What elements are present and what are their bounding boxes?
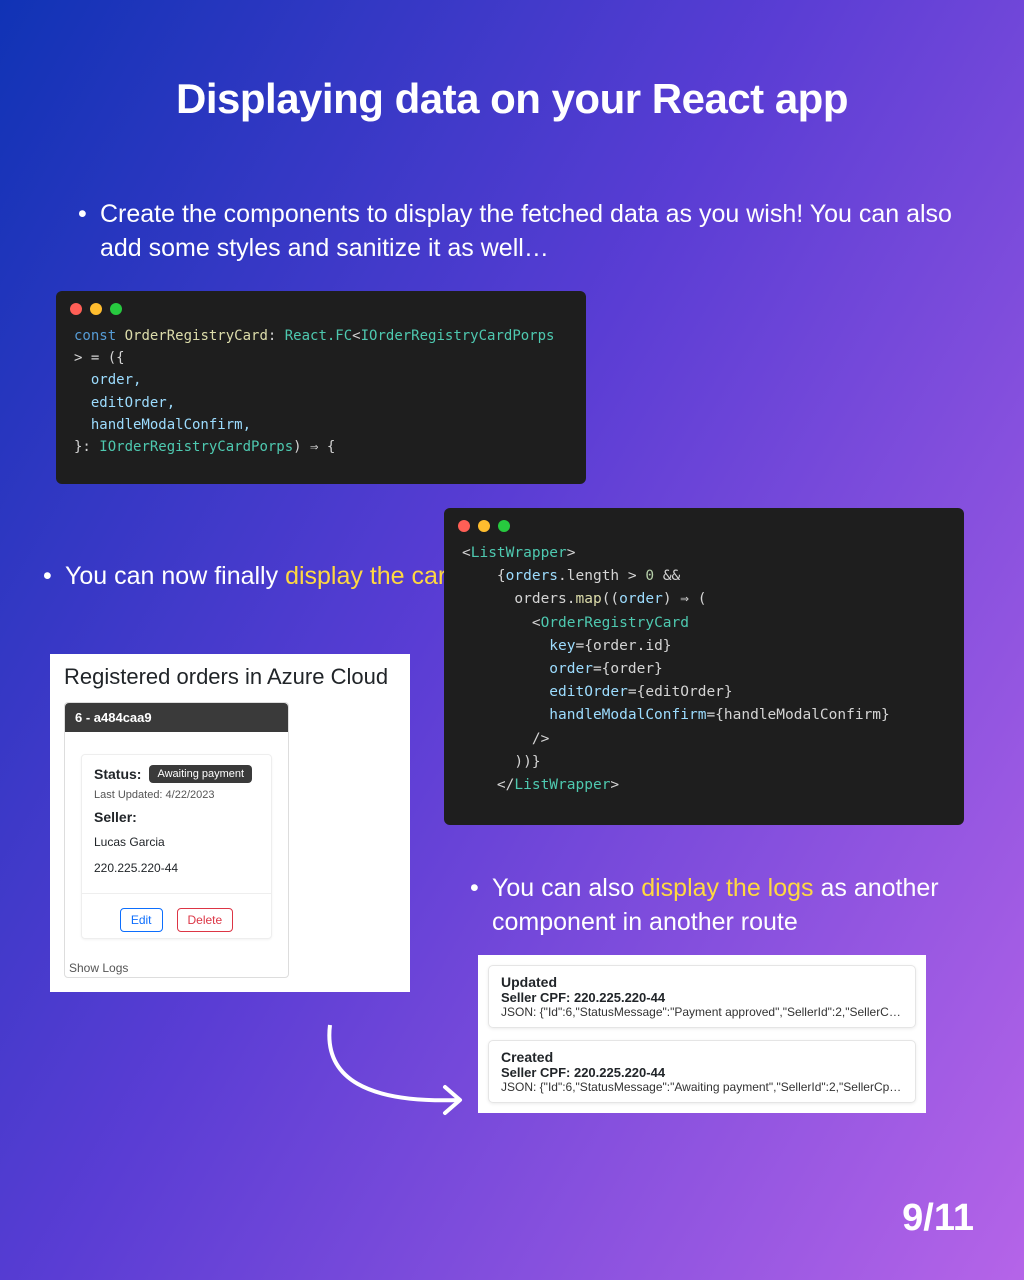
minimize-icon bbox=[478, 520, 490, 532]
minimize-icon bbox=[90, 303, 102, 315]
log-status: Updated bbox=[501, 974, 903, 990]
log-status: Created bbox=[501, 1049, 903, 1065]
card-panel-title: Registered orders in Azure Cloud bbox=[64, 664, 396, 690]
seller-cpf: 220.225.220-44 bbox=[94, 861, 259, 875]
code-window-component: const OrderRegistryCard: React.FC<IOrder… bbox=[56, 291, 586, 484]
status-badge: Awaiting payment bbox=[149, 765, 252, 783]
close-icon bbox=[458, 520, 470, 532]
status-label: Status: bbox=[94, 766, 141, 782]
page-title: Displaying data on your React app bbox=[0, 0, 1024, 123]
bullet-display-card: You can now finally display the card bbox=[65, 560, 460, 594]
log-seller: Seller CPF: 220.225.220-44 bbox=[501, 990, 903, 1005]
seller-name: Lucas Garcia bbox=[94, 835, 259, 849]
log-json: JSON: {"Id":6,"StatusMessage":"Awaiting … bbox=[501, 1080, 903, 1094]
bullet-intro: Create the components to display the fet… bbox=[100, 198, 964, 266]
arrow-icon bbox=[310, 1015, 490, 1135]
code-window-list: <ListWrapper> {orders.length > 0 && orde… bbox=[444, 508, 964, 825]
traffic-lights bbox=[56, 291, 586, 325]
log-seller: Seller CPF: 220.225.220-44 bbox=[501, 1065, 903, 1080]
log-json: JSON: {"Id":6,"StatusMessage":"Payment a… bbox=[501, 1005, 903, 1019]
close-icon bbox=[70, 303, 82, 315]
edit-button[interactable]: Edit bbox=[120, 908, 163, 932]
seller-label: Seller: bbox=[94, 809, 259, 825]
order-card-header: 6 - a484caa9 bbox=[65, 703, 288, 732]
maximize-icon bbox=[498, 520, 510, 532]
order-card: 6 - a484caa9 Status: Awaiting payment La… bbox=[64, 702, 289, 978]
traffic-lights bbox=[444, 508, 964, 542]
delete-button[interactable]: Delete bbox=[177, 908, 234, 932]
maximize-icon bbox=[110, 303, 122, 315]
card-demo-panel: Registered orders in Azure Cloud 6 - a48… bbox=[50, 654, 410, 992]
bullet-display-logs: You can also display the logs as another… bbox=[492, 872, 982, 940]
show-logs-link[interactable]: Show Logs bbox=[65, 949, 288, 977]
logs-demo-panel: Updated Seller CPF: 220.225.220-44 JSON:… bbox=[478, 955, 926, 1113]
log-entry: Updated Seller CPF: 220.225.220-44 JSON:… bbox=[488, 965, 916, 1028]
code-block-1: const OrderRegistryCard: React.FC<IOrder… bbox=[56, 325, 586, 469]
page-counter: 9/11 bbox=[902, 1197, 974, 1240]
log-entry: Created Seller CPF: 220.225.220-44 JSON:… bbox=[488, 1040, 916, 1103]
last-updated: Last Updated: 4/22/2023 bbox=[94, 789, 259, 801]
code-block-2: <ListWrapper> {orders.length > 0 && orde… bbox=[444, 542, 964, 807]
